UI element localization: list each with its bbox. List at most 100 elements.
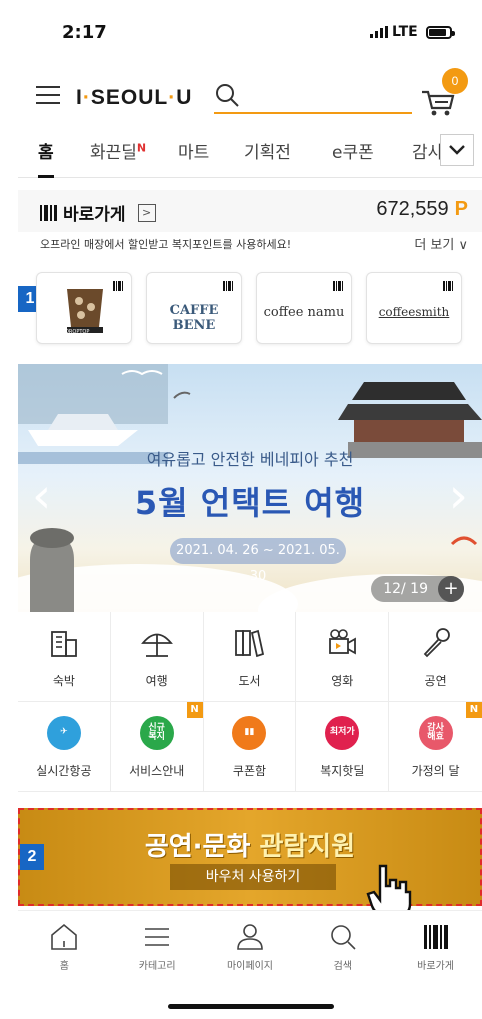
status-bar: 2:17 LTE bbox=[18, 0, 482, 56]
store-name: coffeesmith bbox=[378, 305, 450, 319]
nav-label: 마이페이지 bbox=[226, 961, 273, 972]
movie-camera-icon bbox=[329, 629, 357, 655]
carousel-prev-icon[interactable]: ‹ bbox=[32, 472, 51, 520]
carousel-expand-button[interactable]: + bbox=[438, 576, 464, 602]
menu-label: 영화 bbox=[331, 674, 354, 688]
nav-label: 홈 bbox=[59, 961, 69, 972]
culture-voucher-banner[interactable]: 2 공연·문화 관람지원 바우처 사용하기 bbox=[18, 808, 482, 918]
search-icon[interactable] bbox=[214, 82, 240, 108]
menu-item-family-month[interactable]: N 감사 해효 가정의 달 bbox=[389, 702, 482, 792]
app-logo[interactable]: I·SEOUL·U bbox=[76, 86, 192, 110]
app-header: I·SEOUL·U 0 bbox=[18, 66, 482, 122]
menu-label: 복지핫딜 bbox=[320, 764, 365, 778]
nav-home[interactable]: 홈 bbox=[18, 911, 111, 981]
lowest-price-icon: 최저가 bbox=[325, 716, 360, 750]
nav-label: 카테고리 bbox=[138, 961, 176, 972]
promo-carousel[interactable]: 여유롭고 안전한 베네피아 추천 5월 언택트 여행 2021. 04. 26 … bbox=[18, 364, 482, 612]
barcode-shop-header: 바로가게 > 672,559 P bbox=[18, 190, 482, 232]
app-screen: 2:17 LTE I·SEOUL·U 0 홈 화끈딜N 마트 기획전 e쿠폰 감… bbox=[18, 0, 482, 1019]
new-badge: N bbox=[186, 702, 203, 718]
menu-label: 공연 bbox=[424, 674, 447, 688]
tab-hot-deal[interactable]: 화끈딜N bbox=[90, 138, 146, 163]
microphone-icon bbox=[423, 628, 450, 658]
store-name: coffee namu bbox=[263, 305, 345, 320]
chevron-down-icon bbox=[449, 145, 465, 155]
person-icon bbox=[237, 924, 263, 950]
menu-item-performance[interactable]: 공연 bbox=[389, 612, 482, 702]
category-tabs: 홈 화끈딜N 마트 기획전 e쿠폰 감사 bbox=[18, 126, 482, 178]
points-balance: 672,559 P bbox=[376, 198, 468, 220]
menu-label: 가정의 달 bbox=[411, 764, 460, 778]
menu-item-books[interactable]: 도서 bbox=[203, 612, 297, 702]
menu-label: 쿠폰함 bbox=[232, 764, 267, 778]
nav-search[interactable]: 검색 bbox=[296, 911, 389, 981]
tab-special[interactable]: 기획전 bbox=[244, 138, 291, 163]
menu-item-service-guide[interactable]: N 신규 복지 서비스안내 bbox=[110, 702, 204, 792]
store-name: OROPTOP bbox=[65, 329, 90, 335]
nav-category[interactable]: 카테고리 bbox=[111, 911, 204, 981]
banner-subtitle: 여유롭고 안전한 베네피아 추천 bbox=[146, 450, 354, 469]
nav-label: 바로가게 bbox=[417, 961, 454, 972]
store-logo bbox=[67, 289, 103, 333]
new-badge: N bbox=[136, 141, 147, 155]
menu-item-lodging[interactable]: 숙박 bbox=[18, 612, 111, 702]
menu-item-travel[interactable]: 여행 bbox=[110, 612, 204, 702]
new-badge: N bbox=[465, 702, 482, 718]
signal-icon bbox=[370, 26, 388, 38]
menu-icon bbox=[145, 928, 170, 946]
new-welfare-icon: 신규 복지 bbox=[139, 716, 174, 750]
store-card[interactable]: coffeesmith bbox=[366, 272, 462, 344]
barcode-shop-title[interactable]: 바로가게 > bbox=[40, 200, 156, 225]
menu-label: 실시간항공 bbox=[36, 764, 92, 778]
arrow-right-icon: > bbox=[137, 203, 156, 222]
airplane-icon: ✈ bbox=[46, 716, 81, 750]
carousel-next-icon[interactable]: › bbox=[449, 472, 468, 520]
voucher-button[interactable]: 바우처 사용하기 bbox=[170, 864, 336, 890]
nav-mypage[interactable]: 마이페이지 bbox=[204, 911, 297, 981]
tab-ecoupon[interactable]: e쿠폰 bbox=[332, 138, 374, 163]
menu-item-hot-deal[interactable]: 최저가 복지핫딜 bbox=[296, 702, 390, 792]
more-link[interactable]: 더 보기 ∨ bbox=[414, 234, 468, 253]
hotel-icon bbox=[50, 631, 77, 657]
service-menu-grid: 숙박 여행 도서 영화 공연 ✈ 실시간항공 N 신규 복지 서비스안내 ▮▮ … bbox=[18, 612, 482, 792]
search-icon bbox=[330, 925, 356, 950]
tab-mart[interactable]: 마트 bbox=[178, 138, 209, 163]
menu-item-movie[interactable]: 영화 bbox=[296, 612, 390, 702]
status-time: 2:17 bbox=[62, 22, 107, 43]
nav-label: 검색 bbox=[333, 961, 352, 972]
menu-label: 서비스안내 bbox=[129, 764, 185, 778]
promo-title: 공연·문화 관람지원 bbox=[144, 832, 356, 862]
tab-expand-button[interactable] bbox=[440, 134, 474, 166]
network-indicator: LTE bbox=[370, 24, 455, 40]
store-card[interactable]: OROPTOP bbox=[36, 272, 132, 344]
banner-title: 5월 언택트 여행 bbox=[134, 484, 366, 522]
bottom-navigation: 홈 카테고리 마이페이지 검색 바로가게 bbox=[18, 910, 482, 980]
menu-label: 숙박 bbox=[52, 674, 75, 688]
store-list: 1 OROPTOP CAFFE BENE coffee namu coffees… bbox=[18, 272, 482, 348]
network-label: LTE bbox=[392, 24, 418, 40]
store-card[interactable]: CAFFE BENE bbox=[146, 272, 242, 344]
menu-label: 여행 bbox=[145, 674, 168, 688]
cart-count-badge: 0 bbox=[442, 68, 468, 94]
umbrella-icon bbox=[140, 633, 173, 657]
banner-date-range: 2021. 04. 26 ~ 2021. 05. 30 bbox=[170, 538, 346, 584]
thanks-sale-icon: 감사 해효 bbox=[418, 716, 453, 750]
store-card[interactable]: coffee namu bbox=[256, 272, 352, 344]
search-underline bbox=[214, 112, 412, 114]
store-name: CAFFE BENE bbox=[169, 303, 219, 333]
nav-barcode-shop[interactable]: 바로가게 bbox=[389, 911, 482, 981]
books-icon bbox=[235, 629, 265, 658]
tab-thanks[interactable]: 감사 bbox=[412, 138, 443, 163]
menu-label: 도서 bbox=[238, 674, 261, 688]
home-icon bbox=[51, 923, 78, 950]
barcode-icon bbox=[40, 204, 57, 221]
battery-icon bbox=[425, 25, 455, 39]
coupon-icon: ▮▮ bbox=[232, 716, 267, 750]
barcode-shop-description: 오프라인 매장에서 할인받고 복지포인트를 사용하세요! bbox=[40, 238, 292, 251]
menu-item-coupon-box[interactable]: ▮▮ 쿠폰함 bbox=[203, 702, 297, 792]
menu-item-flights[interactable]: ✈ 실시간항공 bbox=[18, 702, 111, 792]
tab-home[interactable]: 홈 bbox=[38, 138, 54, 178]
barcode-icon bbox=[423, 925, 448, 949]
hamburger-menu-icon[interactable] bbox=[36, 86, 60, 104]
home-indicator bbox=[168, 1004, 334, 1009]
